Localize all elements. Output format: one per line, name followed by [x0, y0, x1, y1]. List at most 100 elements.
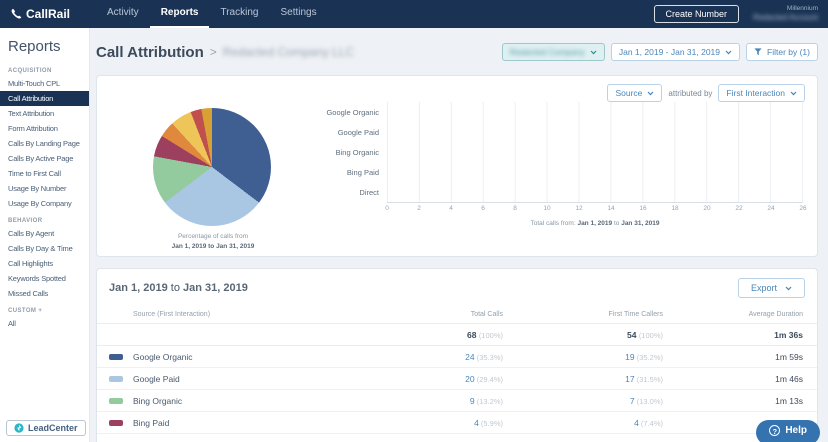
summary-first-time-pct: (100%) [639, 331, 663, 340]
company-selector-dropdown[interactable]: Redacted Company [502, 43, 605, 61]
sidebar-sections: ACQUISITIONMulti-Touch CPLCall Attributi… [0, 61, 89, 331]
interaction-dropdown[interactable]: First Interaction [718, 84, 805, 102]
sidebar-item-text-attribution[interactable]: Text Attribution [0, 106, 89, 121]
sidebar-item-calls-by-active-page[interactable]: Calls By Active Page [0, 151, 89, 166]
date-range-value: Jan 1, 2019 - Jan 31, 2019 [619, 47, 720, 57]
sidebar-section-heading: BEHAVIOR [0, 211, 89, 226]
source-color-swatch [109, 354, 123, 360]
column-total-calls: Total Calls [363, 311, 503, 318]
sidebar-item-all[interactable]: All [0, 316, 89, 331]
account-name-redacted: Redacted Account [753, 13, 818, 23]
chevron-down-icon [790, 91, 797, 96]
source-color-swatch [109, 420, 123, 426]
pie-caption-dates: Jan 1, 2019 to Jan 31, 2019 [123, 242, 303, 252]
first-time-callers-value[interactable]: 17 [625, 374, 634, 384]
sidebar-item-usage-by-number[interactable]: Usage By Number [0, 181, 89, 196]
nav-item-activity[interactable]: Activity [96, 0, 150, 28]
sidebar-item-form-attribution[interactable]: Form Attribution [0, 121, 89, 136]
bar-category-label: Bing Paid [297, 162, 387, 182]
axis-tick-label: 16 [639, 205, 646, 212]
export-button[interactable]: Export [738, 278, 805, 298]
average-duration-value: 1m 13s [663, 396, 803, 406]
first-time-callers-value[interactable]: 19 [625, 352, 634, 362]
chevron-down-icon [647, 91, 654, 96]
bar-caption-date1: Jan 1, 2019 [577, 220, 612, 227]
nav-item-settings[interactable]: Settings [269, 0, 327, 28]
source-dropdown[interactable]: Source [607, 84, 662, 102]
first-time-callers-value-pct: (7.4%) [639, 419, 663, 428]
source-name: Bing Organic [133, 396, 363, 406]
attribution-table: Source (First Interaction) Total Calls F… [97, 306, 817, 442]
sidebar-item-missed-calls[interactable]: Missed Calls [0, 286, 89, 301]
source-name: Google Paid [133, 374, 363, 384]
chevron-down-icon [785, 286, 792, 291]
sidebar-item-keywords-spotted[interactable]: Keywords Spotted [0, 271, 89, 286]
chevron-down-icon [590, 50, 597, 55]
sidebar-item-calls-by-agent[interactable]: Calls By Agent [0, 226, 89, 241]
account-menu[interactable]: Millennium Redacted Account [753, 5, 818, 23]
table-header-row: Source (First Interaction) Total Calls F… [97, 306, 817, 324]
create-number-button[interactable]: Create Number [654, 5, 740, 23]
bar-caption-date2: Jan 31, 2019 [621, 220, 659, 227]
table-row-google-paid[interactable]: Google Paid20 (29.4%)17 (31.5%)1m 46s [97, 368, 817, 390]
axis-tick-label: 6 [481, 205, 485, 212]
table-row-bing-organic[interactable]: Bing Organic9 (13.2%)7 (13.0%)1m 13s [97, 390, 817, 412]
total-calls-value-pct: (13.2%) [475, 397, 503, 406]
filter-icon [754, 48, 762, 56]
axis-tick-label: 10 [543, 205, 550, 212]
source-color-swatch [109, 398, 123, 404]
callrail-logo[interactable]: CallRail [10, 7, 70, 21]
total-calls-value[interactable]: 20 [465, 374, 474, 384]
table-title-date2: Jan 31, 2019 [183, 282, 248, 294]
nav-item-tracking[interactable]: Tracking [209, 0, 269, 28]
bar-axis: 02468101214161820222426 [387, 203, 803, 215]
help-button[interactable]: ? Help [756, 420, 820, 442]
axis-tick-label: 18 [671, 205, 678, 212]
table-summary-row: 68 (100%) 54 (100%) 1m 36s [97, 324, 817, 346]
sidebar-item-calls-by-day-time[interactable]: Calls By Day & Time [0, 241, 89, 256]
table-row-direct[interactable]: Direct4 (5.9%)2 (3.7%)1m 2s [97, 434, 817, 442]
sidebar-section-heading: CUSTOM + [0, 301, 89, 316]
sidebar-item-call-attribution[interactable]: Call Attribution [0, 91, 89, 106]
source-dropdown-value: Source [615, 88, 642, 98]
question-icon: ? [769, 425, 780, 436]
date-range-dropdown[interactable]: Jan 1, 2019 - Jan 31, 2019 [611, 43, 740, 61]
table-row-bing-paid[interactable]: Bing Paid4 (5.9%)4 (7.4%)1m 37s [97, 412, 817, 434]
bar-category-label: Direct [297, 182, 387, 202]
attribution-table-card: Jan 1, 2019 to Jan 31, 2019 Export Sourc… [96, 268, 818, 442]
breadcrumb-separator: > [210, 45, 217, 59]
table-body: Google Organic24 (35.3%)19 (35.2%)1m 59s… [97, 346, 817, 442]
pie-chart[interactable] [153, 108, 271, 226]
bar-caption-prefix: Total calls from: [530, 220, 575, 227]
summary-total-calls: 68 [467, 330, 476, 340]
account-company-label: Millennium [753, 5, 818, 13]
filter-button[interactable]: Filter by (1) [746, 43, 818, 61]
average-duration-value: 1m 59s [663, 352, 803, 362]
help-label: Help [785, 425, 807, 436]
sidebar-item-multi-touch-cpl[interactable]: Multi-Touch CPL [0, 76, 89, 91]
company-name-redacted: Redacted Company LLC [223, 45, 354, 59]
bar-plot [387, 102, 803, 203]
axis-tick-label: 20 [703, 205, 710, 212]
sidebar-section-heading: ACQUISITION [0, 61, 89, 76]
average-duration-value: 1m 46s [663, 374, 803, 384]
table-row-google-organic[interactable]: Google Organic24 (35.3%)19 (35.2%)1m 59s [97, 346, 817, 368]
sidebar-item-calls-by-landing-page[interactable]: Calls By Landing Page [0, 136, 89, 151]
total-calls-value[interactable]: 24 [465, 352, 474, 362]
table-title-to: to [171, 282, 180, 294]
leadcenter-button[interactable]: LeadCenter [6, 420, 86, 436]
sidebar-item-time-to-first-call[interactable]: Time to First Call [0, 166, 89, 181]
source-name: Bing Paid [133, 418, 363, 428]
sidebar-item-call-highlights[interactable]: Call Highlights [0, 256, 89, 271]
bar-caption-to: to [614, 220, 619, 227]
phone-icon [10, 8, 22, 20]
company-selector-value-redacted: Redacted Company [510, 47, 585, 57]
nav-item-reports[interactable]: Reports [150, 0, 210, 28]
summary-total-calls-pct: (100%) [479, 331, 503, 340]
table-title-date1: Jan 1, 2019 [109, 282, 168, 294]
total-calls-value-pct: (29.4%) [475, 375, 503, 384]
sidebar-item-usage-by-company[interactable]: Usage By Company [0, 196, 89, 211]
chevron-down-icon [725, 50, 732, 55]
header-controls: Redacted Company Jan 1, 2019 - Jan 31, 2… [502, 43, 818, 61]
summary-avg-duration: 1m 36s [663, 330, 803, 340]
